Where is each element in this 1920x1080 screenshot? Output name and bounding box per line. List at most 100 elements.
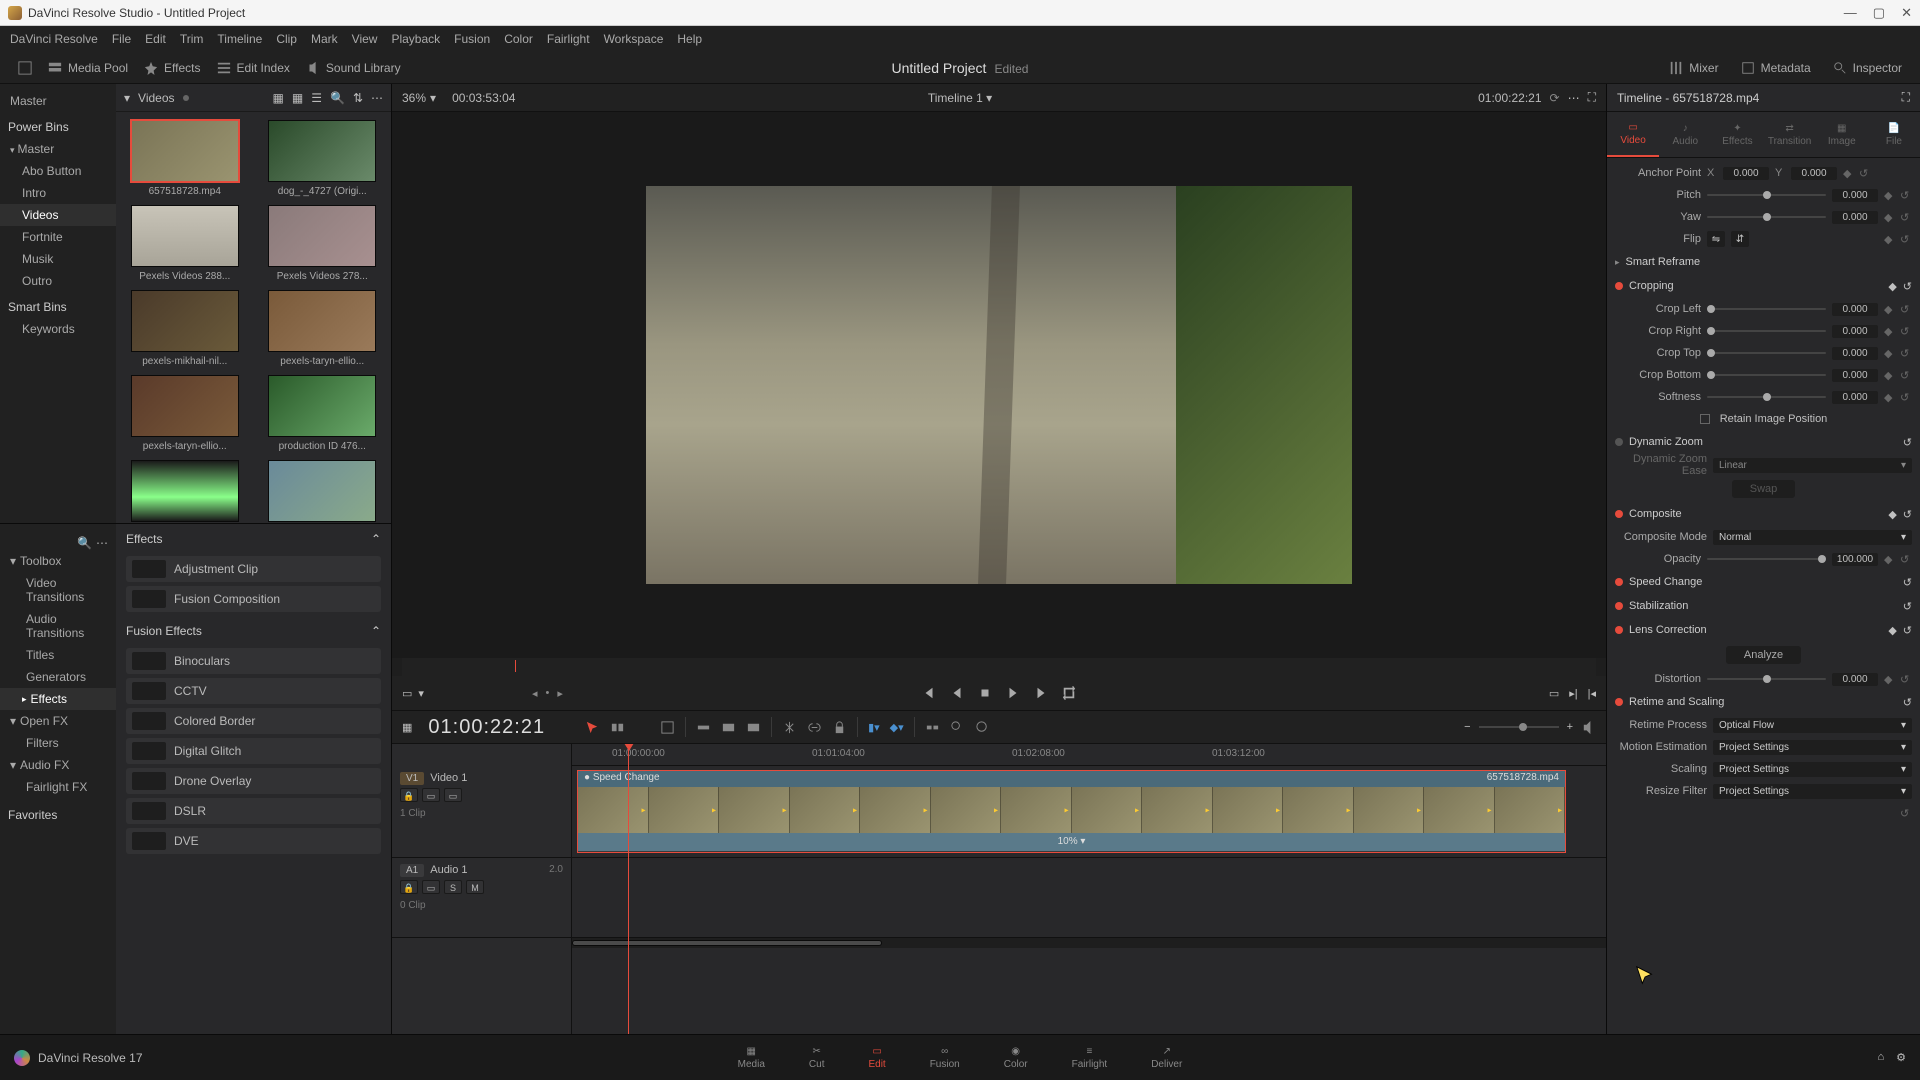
video-track-header[interactable]: V1Video 1 🔒▭▭ 1 Clip [392,766,571,858]
clip-item[interactable] [124,460,246,523]
keyframe-icon[interactable]: ◆ [1884,189,1894,202]
tab-video[interactable]: ▭Video [1607,112,1659,157]
swap-button[interactable]: Swap [1732,480,1796,498]
distortion-slider[interactable] [1707,678,1826,680]
zoom-chevron-icon[interactable]: ▾ [430,91,436,105]
bin-master[interactable]: Master [0,90,116,112]
menu-davinci-resolve[interactable]: DaVinci Resolve [10,32,98,46]
fit-icon[interactable]: ▭ [402,687,412,700]
effect-cctv[interactable]: CCTV [126,678,381,704]
auto-select-icon[interactable]: ▭ [422,788,440,802]
reset-icon[interactable]: ↺ [1900,189,1912,202]
flag-icon[interactable]: ▮▾ [868,721,880,734]
audiofx-node[interactable]: ▾Audio FX [0,754,116,776]
crop-left-slider[interactable] [1707,308,1826,310]
minimize-icon[interactable]: — [1844,5,1857,21]
fairlight-fx-node[interactable]: Fairlight FX [0,776,116,798]
retain-checkbox[interactable] [1700,414,1710,424]
tab-audio[interactable]: ♪Audio [1659,112,1711,157]
keyframe-icon[interactable]: ◆ [1884,211,1894,224]
page-fusion[interactable]: ∞Fusion [930,1046,960,1070]
bin-videos[interactable]: Videos [0,204,116,226]
menu-clip[interactable]: Clip [276,32,297,46]
reset-icon[interactable]: ↺ [1900,211,1912,224]
yaw-field[interactable]: 0.000 [1832,211,1878,224]
edit-index-toggle[interactable]: Edit Index [209,57,298,79]
composite-mode-select[interactable]: Normal▾ [1713,530,1912,545]
fullscreen-button[interactable] [10,57,40,79]
toolbox-effects[interactable]: ▸Effects [0,688,116,710]
menu-fairlight[interactable]: Fairlight [547,32,590,46]
menu-file[interactable]: File [112,32,131,46]
clip-item[interactable]: 657518728.mp4 [124,120,246,197]
toolbox-generators[interactable]: Generators [0,666,116,688]
bin-master[interactable]: ▾Master [0,138,116,160]
speed-change-section[interactable]: Speed Change↺ [1607,570,1920,594]
page-color[interactable]: ◉Color [1004,1046,1028,1070]
marker-icon[interactable]: ◆▾ [890,721,904,734]
openfx-node[interactable]: ▾Open FX [0,710,116,732]
inspector-expand-icon[interactable]: ⛶ [1902,90,1910,105]
sort-icon[interactable]: ⇅ [353,91,363,105]
menu-color[interactable]: Color [504,32,533,46]
effect-adjustment-clip[interactable]: Adjustment Clip [126,556,381,582]
distortion-field[interactable]: 0.000 [1832,673,1878,686]
menu-fusion[interactable]: Fusion [454,32,490,46]
tab-transition[interactable]: ⇄Transition [1764,112,1816,157]
reset-icon[interactable]: ↺ [1900,233,1912,246]
page-deliver[interactable]: ↗Deliver [1151,1046,1182,1070]
audio-track-header[interactable]: A1Audio 12.0 🔒▭SM 0 Clip [392,858,571,938]
bin-musik[interactable]: Musik [0,248,116,270]
motion-est-select[interactable]: Project Settings▾ [1713,740,1912,755]
prev-frame-icon[interactable] [950,686,964,700]
playhead[interactable] [628,744,629,1034]
filters-node[interactable]: Filters [0,732,116,754]
bypass-icon[interactable]: ⟳ [1550,91,1560,105]
inspector-toggle[interactable]: Inspector [1825,57,1910,79]
first-frame-icon[interactable] [922,686,936,700]
crop-left-field[interactable]: 0.000 [1832,303,1878,316]
crop-bottom-slider[interactable] [1707,374,1826,376]
clip-item[interactable]: pexels-taryn-ellio... [262,290,384,367]
resize-filter-select[interactable]: Project Settings▾ [1713,784,1912,799]
fit-chevron-icon[interactable]: ▾ [418,687,424,700]
video-clip[interactable]: ● Speed Change657518728.mp4 10% ▾ [577,770,1566,853]
selection-tool-icon[interactable] [585,720,600,735]
fx-search-icon[interactable]: 🔍 [77,536,92,550]
cropping-section[interactable]: Cropping◆↺ [1607,274,1920,298]
marker-dot-icon[interactable]: • [546,687,550,700]
menu-timeline[interactable]: Timeline [217,32,262,46]
stop-icon[interactable] [978,686,992,700]
go-in-icon[interactable]: ▸| [1569,687,1577,700]
clip-item[interactable]: Pexels Videos 288... [124,205,246,282]
opacity-field[interactable]: 100.000 [1832,553,1878,566]
zoom-icon[interactable] [975,720,990,735]
menu-edit[interactable]: Edit [145,32,166,46]
pitch-field[interactable]: 0.000 [1832,189,1878,202]
lock-track-icon[interactable]: 🔒 [400,788,418,802]
trim-tool-icon[interactable] [610,720,625,735]
toolbox-video-transitions[interactable]: Video Transitions [0,572,116,608]
home-icon[interactable]: ⌂ [1877,1051,1884,1064]
bin-intro[interactable]: Intro [0,182,116,204]
video-track[interactable]: ● Speed Change657518728.mp4 10% ▾ [572,766,1606,858]
keyframe-icon[interactable]: ◆ [1888,280,1896,293]
metadata-toggle[interactable]: Metadata [1733,57,1819,79]
page-media[interactable]: ▦Media [738,1046,765,1070]
lens-correction-section[interactable]: Lens Correction◆↺ [1607,618,1920,642]
options-icon[interactable]: ⋯ [371,91,383,105]
speed-bar[interactable]: 10% ▾ [578,833,1565,851]
last-frame-icon[interactable] [1034,686,1048,700]
stabilization-section[interactable]: Stabilization↺ [1607,594,1920,618]
effect-digital-glitch[interactable]: Digital Glitch [126,738,381,764]
expand-icon[interactable]: ⛶ [1588,90,1596,105]
bin-abo-button[interactable]: Abo Button [0,160,116,182]
collapse-icon[interactable]: ⌃ [371,532,381,546]
menu-trim[interactable]: Trim [180,32,204,46]
lock-track-icon[interactable]: 🔒 [400,880,418,894]
timeline-ruler[interactable]: 01:00:00:0001:01:04:0001:02:08:0001:03:1… [572,744,1606,766]
toolbox-node[interactable]: ▾Toolbox [0,550,116,572]
mixer-toggle[interactable]: Mixer [1661,57,1726,79]
timeline-view-icon[interactable]: ▦ [402,721,412,734]
blade-icon[interactable] [782,720,797,735]
